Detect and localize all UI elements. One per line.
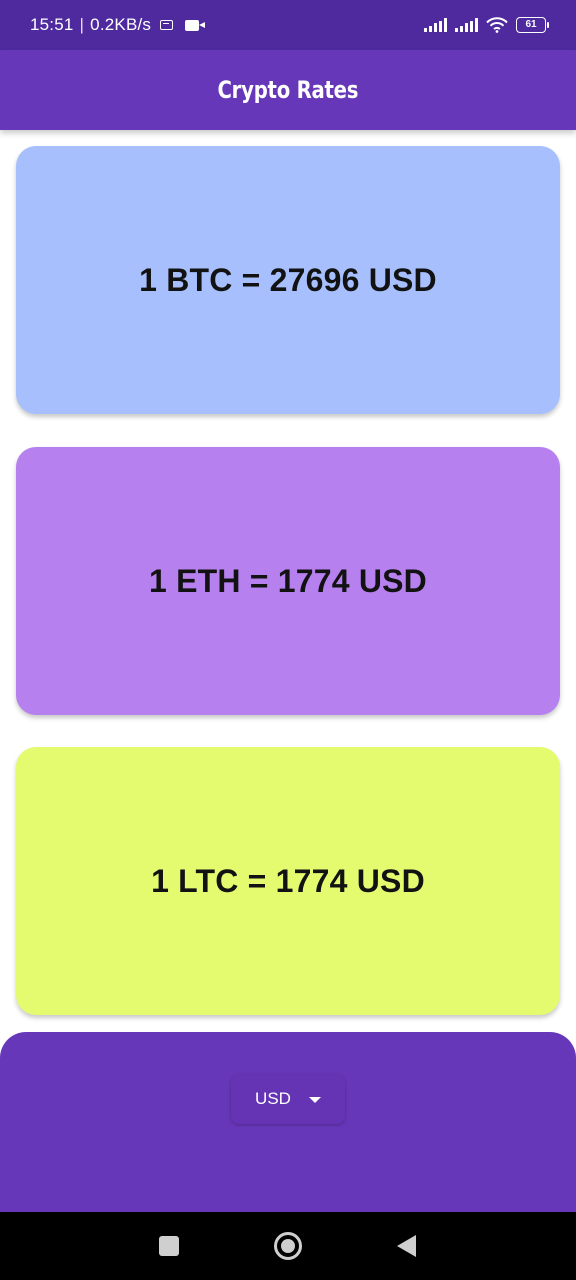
back-icon [397, 1235, 417, 1257]
currency-dropdown[interactable]: USD [231, 1074, 345, 1124]
app-title: Crypto Rates [217, 76, 359, 104]
wifi-icon [486, 17, 508, 33]
status-time: 15:51 [30, 15, 74, 34]
home-icon [273, 1232, 302, 1260]
eth-rate-card: 1 ETH = 1774 USD [16, 447, 560, 715]
btc-rate-card: 1 BTC = 27696 USD [16, 146, 560, 414]
back-button[interactable] [387, 1226, 427, 1266]
app-bar: Crypto Rates [0, 50, 576, 130]
ltc-rate-text: 1 LTC = 1774 USD [151, 862, 425, 899]
battery-icon: 61 [516, 17, 549, 33]
network-speed: 0.2KB/s [90, 15, 152, 34]
status-right: 61 [424, 17, 549, 33]
home-button[interactable] [268, 1226, 308, 1266]
notification-icon [160, 20, 174, 30]
recent-apps-icon [159, 1236, 180, 1256]
battery-level: 61 [525, 19, 537, 30]
status-left: 15:51 | 0.2KB/s [30, 15, 206, 35]
signal-icon [455, 18, 478, 32]
status-separator: | [79, 15, 85, 34]
bottom-panel: USD [0, 1032, 576, 1212]
ltc-rate-card: 1 LTC = 1774 USD [16, 747, 560, 1015]
btc-rate-text: 1 BTC = 27696 USD [139, 261, 437, 298]
signal-icon [424, 18, 447, 32]
recent-apps-button[interactable] [149, 1226, 189, 1266]
currency-dropdown-value: USD [255, 1089, 291, 1108]
status-bar: 15:51 | 0.2KB/s 61 [0, 0, 576, 50]
app-screen: 15:51 | 0.2KB/s 61 Crypto Rates 1 BTC = … [0, 0, 576, 1280]
eth-rate-text: 1 ETH = 1774 USD [149, 562, 427, 599]
navigation-bar [0, 1212, 576, 1280]
screen-record-icon [185, 19, 206, 31]
dropdown-arrow-icon [308, 1097, 321, 1103]
